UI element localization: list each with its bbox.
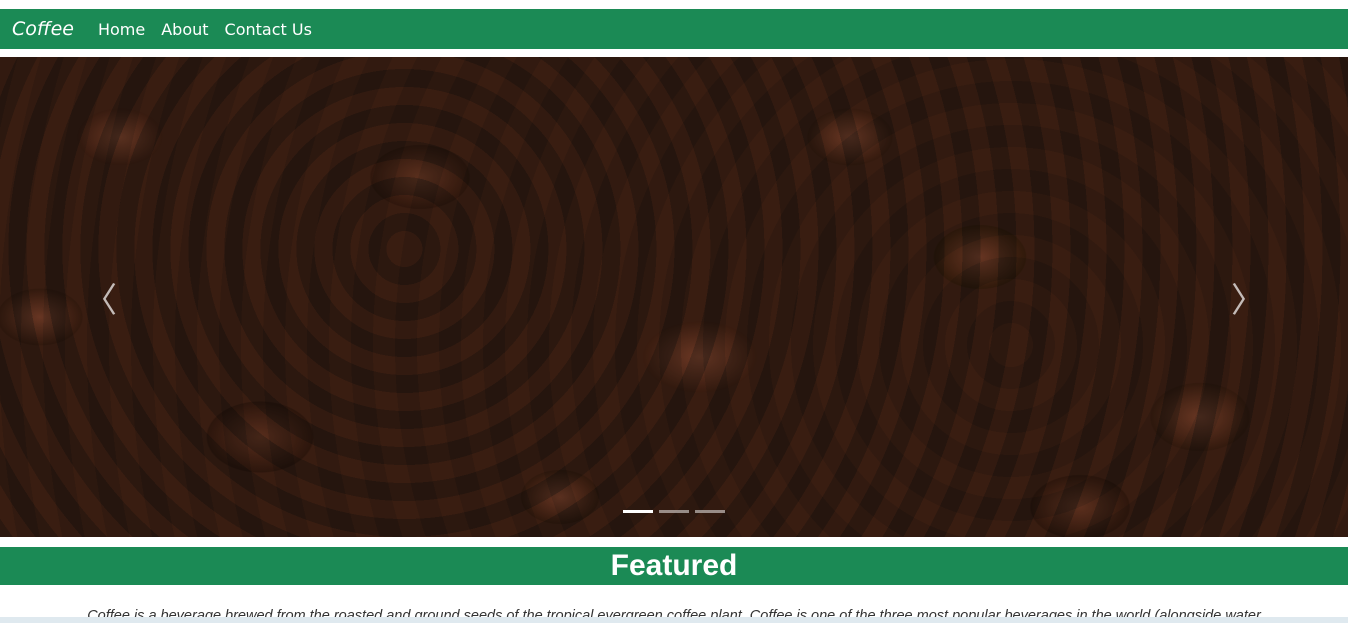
nav-link-home[interactable]: Home xyxy=(98,20,145,39)
chevron-right-icon: 〉 xyxy=(1231,280,1265,321)
navbar: Coffee Home About Contact Us xyxy=(0,9,1348,49)
carousel-indicator-3[interactable] xyxy=(695,510,725,513)
hero-carousel: 〈 〉 xyxy=(0,57,1348,537)
chevron-left-icon: 〈 xyxy=(83,280,117,321)
featured-header: Featured xyxy=(0,547,1348,585)
page-bottom-strip xyxy=(0,617,1348,623)
carousel-prev-button[interactable]: 〈 xyxy=(60,57,140,537)
featured-title: Featured xyxy=(610,549,738,582)
nav-link-contact-us[interactable]: Contact Us xyxy=(225,20,312,39)
carousel-indicator-2[interactable] xyxy=(659,510,689,513)
nav-link-about[interactable]: About xyxy=(161,20,208,39)
brand-link[interactable]: Coffee xyxy=(12,18,74,40)
coffee-beans-image xyxy=(0,57,1348,537)
carousel-next-button[interactable]: 〉 xyxy=(1208,57,1288,537)
carousel-indicators xyxy=(0,510,1348,513)
carousel-indicator-1[interactable] xyxy=(623,510,653,513)
